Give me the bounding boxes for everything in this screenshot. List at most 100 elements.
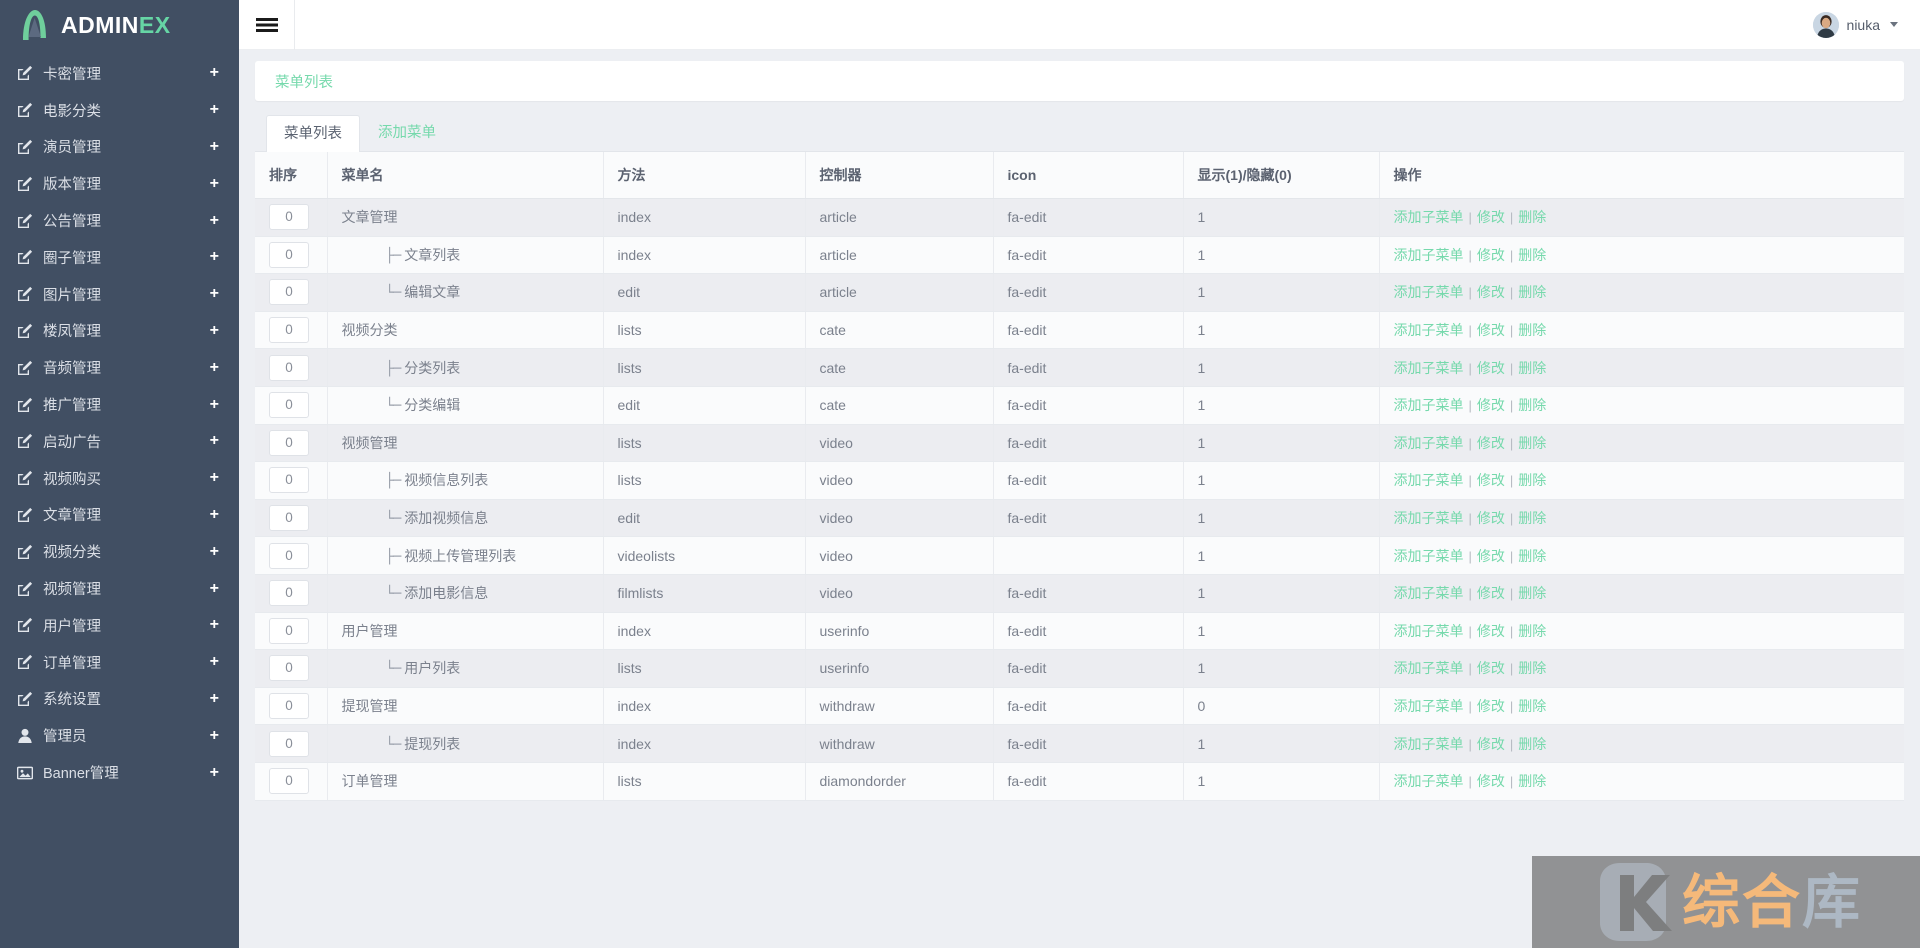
expand-icon[interactable]: +	[210, 249, 221, 265]
hamburger-icon[interactable]	[239, 0, 295, 50]
expand-icon[interactable]: +	[210, 102, 221, 118]
add-submenu-link[interactable]: 添加子菜单	[1394, 472, 1464, 488]
delete-link[interactable]: 删除	[1518, 284, 1546, 300]
delete-link[interactable]: 删除	[1518, 322, 1546, 338]
delete-link[interactable]: 删除	[1518, 209, 1546, 225]
add-submenu-link[interactable]: 添加子菜单	[1394, 736, 1464, 752]
add-submenu-link[interactable]: 添加子菜单	[1394, 435, 1464, 451]
edit-link[interactable]: 修改	[1477, 510, 1505, 526]
sidebar-item-15[interactable]: 视频管理 +	[0, 570, 239, 607]
edit-link[interactable]: 修改	[1477, 435, 1505, 451]
edit-link[interactable]: 修改	[1477, 322, 1505, 338]
add-submenu-link[interactable]: 添加子菜单	[1394, 322, 1464, 338]
expand-icon[interactable]: +	[210, 506, 221, 523]
delete-link[interactable]: 删除	[1518, 510, 1546, 526]
sort-input[interactable]: 0	[269, 542, 309, 569]
edit-link[interactable]: 修改	[1477, 585, 1505, 601]
delete-link[interactable]: 删除	[1518, 698, 1546, 714]
edit-link[interactable]: 修改	[1477, 773, 1505, 789]
edit-link[interactable]: 修改	[1477, 623, 1505, 639]
expand-icon[interactable]: +	[210, 470, 221, 486]
sort-input[interactable]: 0	[269, 693, 309, 720]
edit-link[interactable]: 修改	[1477, 736, 1505, 752]
delete-link[interactable]: 删除	[1518, 660, 1546, 676]
sidebar-item-13[interactable]: 文章管理 +	[0, 497, 239, 534]
sort-input[interactable]: 0	[269, 317, 309, 344]
add-submenu-link[interactable]: 添加子菜单	[1394, 548, 1464, 564]
sort-input[interactable]: 0	[269, 429, 309, 456]
add-submenu-link[interactable]: 添加子菜单	[1394, 585, 1464, 601]
sidebar-item-14[interactable]: 视频分类 +	[0, 533, 239, 570]
expand-icon[interactable]: +	[210, 690, 221, 707]
sort-input[interactable]: 0	[269, 505, 309, 532]
expand-icon[interactable]: +	[210, 617, 221, 633]
tab-1[interactable]: 菜单列表	[266, 115, 360, 152]
edit-link[interactable]: 修改	[1477, 660, 1505, 676]
edit-link[interactable]: 修改	[1477, 360, 1505, 376]
edit-link[interactable]: 修改	[1477, 548, 1505, 564]
sidebar-item-16[interactable]: 用户管理 +	[0, 607, 239, 644]
expand-icon[interactable]: +	[210, 65, 221, 81]
edit-link[interactable]: 修改	[1477, 472, 1505, 488]
sidebar-item-18[interactable]: 系统设置 +	[0, 681, 239, 718]
sidebar-item-4[interactable]: 版本管理 +	[0, 165, 239, 202]
add-submenu-link[interactable]: 添加子菜单	[1394, 209, 1464, 225]
delete-link[interactable]: 删除	[1518, 472, 1546, 488]
delete-link[interactable]: 删除	[1518, 548, 1546, 564]
delete-link[interactable]: 删除	[1518, 397, 1546, 413]
brand-logo-area[interactable]: ADMINEX	[0, 0, 239, 50]
sort-input[interactable]: 0	[269, 204, 309, 231]
sidebar-item-12[interactable]: 视频购买 +	[0, 460, 239, 497]
add-submenu-link[interactable]: 添加子菜单	[1394, 247, 1464, 263]
sort-input[interactable]: 0	[269, 730, 309, 757]
edit-link[interactable]: 修改	[1477, 247, 1505, 263]
sidebar-item-7[interactable]: 图片管理 +	[0, 276, 239, 313]
sort-input[interactable]: 0	[269, 655, 309, 682]
expand-icon[interactable]: +	[210, 543, 221, 560]
expand-icon[interactable]: +	[210, 286, 221, 302]
expand-icon[interactable]: +	[210, 175, 221, 192]
delete-link[interactable]: 删除	[1518, 360, 1546, 376]
sidebar-item-11[interactable]: 启动广告 +	[0, 423, 239, 460]
sort-input[interactable]: 0	[269, 354, 309, 381]
delete-link[interactable]: 删除	[1518, 773, 1546, 789]
add-submenu-link[interactable]: 添加子菜单	[1394, 698, 1464, 714]
delete-link[interactable]: 删除	[1518, 435, 1546, 451]
expand-icon[interactable]: +	[210, 359, 221, 376]
sort-input[interactable]: 0	[269, 580, 309, 607]
sidebar-item-8[interactable]: 楼凤管理 +	[0, 313, 239, 350]
expand-icon[interactable]: +	[210, 433, 221, 449]
edit-link[interactable]: 修改	[1477, 698, 1505, 714]
sort-input[interactable]: 0	[269, 279, 309, 306]
sidebar-item-1[interactable]: 卡密管理 +	[0, 55, 239, 92]
edit-link[interactable]: 修改	[1477, 209, 1505, 225]
user-menu[interactable]: niuka	[1812, 11, 1920, 38]
sidebar-item-2[interactable]: 电影分类 +	[0, 92, 239, 129]
sidebar-item-10[interactable]: 推广管理 +	[0, 386, 239, 423]
expand-icon[interactable]: +	[210, 212, 221, 229]
expand-icon[interactable]: +	[210, 654, 221, 670]
sidebar-item-19[interactable]: 管理员 +	[0, 717, 239, 754]
sidebar-item-9[interactable]: 音频管理 +	[0, 349, 239, 386]
expand-icon[interactable]: +	[210, 138, 221, 155]
edit-link[interactable]: 修改	[1477, 284, 1505, 300]
sidebar-item-6[interactable]: 圈子管理 +	[0, 239, 239, 276]
tab-2[interactable]: 添加菜单	[360, 114, 454, 151]
sidebar-item-17[interactable]: 订单管理 +	[0, 644, 239, 681]
breadcrumb-link[interactable]: 菜单列表	[275, 71, 333, 92]
sort-input[interactable]: 0	[269, 241, 309, 268]
sidebar-item-20[interactable]: Banner管理 +	[0, 754, 239, 791]
add-submenu-link[interactable]: 添加子菜单	[1394, 660, 1464, 676]
expand-icon[interactable]: +	[210, 727, 221, 744]
expand-icon[interactable]: +	[210, 764, 221, 781]
sidebar-item-5[interactable]: 公告管理 +	[0, 202, 239, 239]
delete-link[interactable]: 删除	[1518, 585, 1546, 601]
delete-link[interactable]: 删除	[1518, 736, 1546, 752]
expand-icon[interactable]: +	[210, 396, 221, 413]
expand-icon[interactable]: +	[210, 580, 221, 597]
add-submenu-link[interactable]: 添加子菜单	[1394, 397, 1464, 413]
add-submenu-link[interactable]: 添加子菜单	[1394, 773, 1464, 789]
edit-link[interactable]: 修改	[1477, 397, 1505, 413]
delete-link[interactable]: 删除	[1518, 247, 1546, 263]
sidebar-item-3[interactable]: 演员管理 +	[0, 129, 239, 166]
